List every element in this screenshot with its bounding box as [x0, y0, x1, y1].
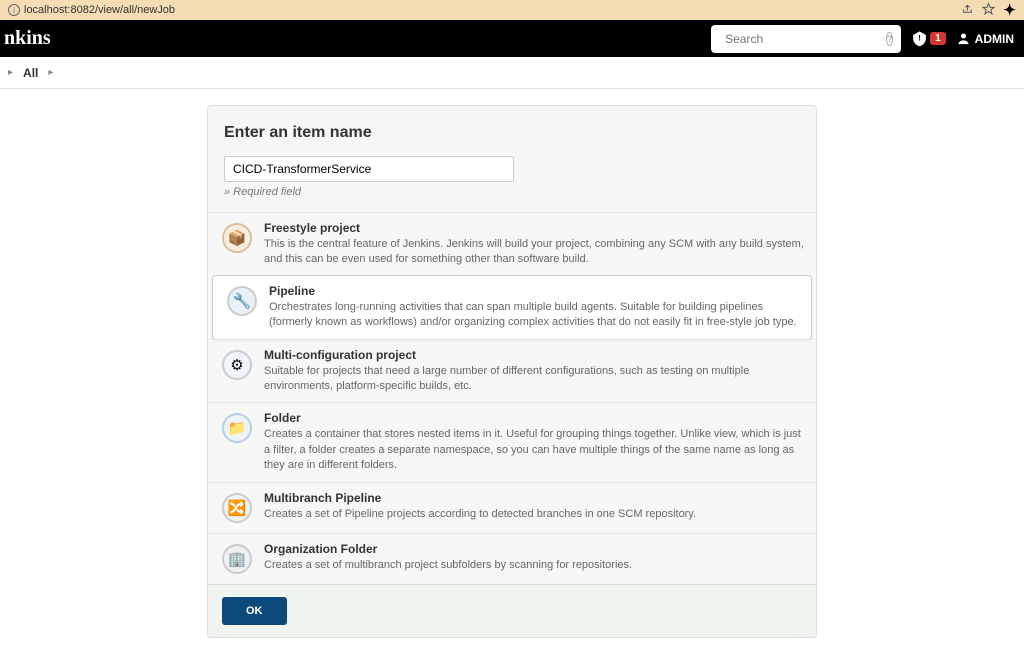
- chevron-right-icon: ▸: [48, 67, 53, 78]
- search-input[interactable]: [725, 32, 880, 46]
- org-icon: 🏢: [220, 542, 254, 576]
- extensions-icon[interactable]: ✦: [1003, 1, 1016, 19]
- pipeline-icon: 🔧: [225, 284, 259, 318]
- breadcrumb: ▸ All ▸: [0, 57, 1024, 89]
- alert-count: 1: [930, 32, 946, 45]
- folder-icon: 📁: [220, 411, 254, 445]
- job-type-option[interactable]: 🔧 Pipeline Orchestrates long-running act…: [212, 275, 812, 340]
- info-icon: i: [8, 4, 20, 16]
- alert-badge[interactable]: 1: [911, 30, 946, 47]
- job-type-option[interactable]: 📦 Freestyle project This is the central …: [208, 212, 816, 276]
- option-title: Folder: [264, 411, 804, 425]
- option-desc: Creates a container that stores nested i…: [264, 427, 804, 473]
- jenkins-header: nkins ? 1 ADMIN: [0, 20, 1024, 57]
- option-title: Organization Folder: [264, 542, 804, 556]
- url-box[interactable]: i localhost:8082/view/all/newJob: [8, 4, 175, 16]
- job-type-option[interactable]: 📁 Folder Creates a container that stores…: [208, 402, 816, 481]
- help-icon[interactable]: ?: [886, 32, 893, 46]
- option-title: Multi-configuration project: [264, 348, 804, 362]
- job-type-option[interactable]: 🔀 Multibranch Pipeline Creates a set of …: [208, 482, 816, 533]
- multi-icon: ⚙: [220, 348, 254, 382]
- option-title: Pipeline: [269, 284, 799, 298]
- job-type-option[interactable]: 🏢 Organization Folder Creates a set of m…: [208, 533, 816, 584]
- jenkins-logo[interactable]: nkins: [4, 27, 51, 50]
- ok-button[interactable]: OK: [222, 597, 287, 625]
- option-desc: Suitable for projects that need a large …: [264, 364, 804, 395]
- url-text: localhost:8082/view/all/newJob: [24, 4, 175, 16]
- chevron-right-icon: ▸: [8, 67, 13, 78]
- option-title: Multibranch Pipeline: [264, 491, 804, 505]
- branch-icon: 🔀: [220, 491, 254, 525]
- share-icon[interactable]: [961, 2, 974, 18]
- admin-link[interactable]: ADMIN: [956, 31, 1014, 46]
- item-name-input[interactable]: [224, 156, 514, 182]
- freestyle-icon: 📦: [220, 221, 254, 255]
- browser-actions: ✦: [961, 1, 1016, 19]
- card-title: Enter an item name: [224, 124, 800, 142]
- user-icon: [956, 31, 971, 46]
- search-box[interactable]: ?: [711, 25, 901, 53]
- admin-label: ADMIN: [975, 32, 1014, 46]
- new-item-card: Enter an item name » Required field 📦 Fr…: [207, 105, 817, 638]
- option-desc: Creates a set of multibranch project sub…: [264, 558, 804, 573]
- alert-icon: [911, 30, 928, 47]
- star-icon[interactable]: [982, 2, 995, 18]
- required-note: » Required field: [224, 186, 800, 198]
- job-type-option[interactable]: ⚙ Multi-configuration project Suitable f…: [208, 339, 816, 403]
- browser-bar: i localhost:8082/view/all/newJob ✦: [0, 0, 1024, 20]
- option-desc: Creates a set of Pipeline projects accor…: [264, 507, 804, 522]
- breadcrumb-all[interactable]: All: [23, 66, 38, 80]
- option-desc: Orchestrates long-running activities tha…: [269, 300, 799, 331]
- option-title: Freestyle project: [264, 221, 804, 235]
- option-desc: This is the central feature of Jenkins. …: [264, 237, 804, 268]
